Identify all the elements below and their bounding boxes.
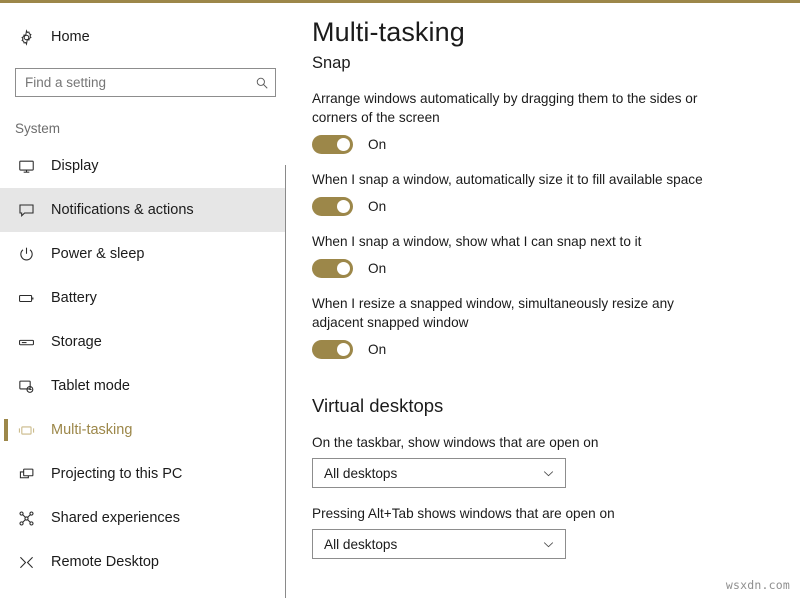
sidebar: Home System Display	[0, 3, 286, 598]
sidebar-group-title: System	[15, 121, 61, 136]
field-label: On the taskbar, show windows that are op…	[312, 435, 599, 450]
sidebar-item-multi-tasking[interactable]: Multi-tasking	[0, 408, 286, 452]
sidebar-home-label: Home	[51, 29, 90, 45]
toggle-knob	[337, 200, 350, 213]
sidebar-item-label: Projecting to this PC	[51, 466, 183, 482]
toggle-state-label: On	[368, 342, 387, 357]
watermark: wsxdn.com	[725, 578, 790, 592]
sidebar-item-shared-experiences[interactable]: Shared experiences	[0, 496, 286, 540]
sidebar-item-display[interactable]: Display	[0, 144, 286, 188]
toggle-knob	[337, 262, 350, 275]
setting-show-snap-suggestions: When I snap a window, show what I can sn…	[312, 232, 800, 278]
sidebar-item-label: Shared experiences	[51, 510, 180, 526]
field-label: Pressing Alt+Tab shows windows that are …	[312, 506, 615, 521]
chevron-down-icon	[542, 530, 555, 558]
setting-description: When I snap a window, automatically size…	[312, 172, 703, 187]
toggle-state-label: On	[368, 261, 387, 276]
sidebar-item-label: Multi-tasking	[51, 422, 133, 438]
toggle-show-snap-suggestions[interactable]	[312, 259, 353, 278]
sidebar-item-label: Storage	[51, 334, 102, 350]
page-title: Multi-tasking	[312, 17, 465, 47]
battery-icon	[15, 287, 37, 309]
toggle-simultaneous-resize[interactable]	[312, 340, 353, 359]
sidebar-item-tablet-mode[interactable]: Tablet mode	[0, 364, 286, 408]
sidebar-nav-list: Display Notifications & actions Power & …	[0, 144, 286, 584]
dropdown-value: All desktops	[324, 465, 398, 481]
toggle-knob	[337, 138, 350, 151]
main-content: Multi-tasking Snap Arrange windows autom…	[286, 3, 800, 598]
sidebar-item-label: Battery	[51, 290, 97, 306]
sidebar-item-remote-desktop[interactable]: Remote Desktop	[0, 540, 286, 584]
toggle-row: On	[312, 135, 800, 154]
sidebar-item-label: Remote Desktop	[51, 554, 159, 570]
chevron-down-icon	[542, 459, 555, 487]
sidebar-item-storage[interactable]: Storage	[0, 320, 286, 364]
shared-icon	[15, 507, 37, 529]
sidebar-item-label: Power & sleep	[51, 246, 145, 262]
toggle-state-label: On	[368, 199, 387, 214]
setting-simultaneous-resize: When I resize a snapped window, simultan…	[312, 294, 800, 359]
sidebar-item-notifications-and-actions[interactable]: Notifications & actions	[0, 188, 286, 232]
sidebar-item-battery[interactable]: Battery	[0, 276, 286, 320]
setting-description: Arrange windows automatically by draggin…	[312, 91, 698, 125]
toggle-row: On	[312, 340, 800, 359]
dropdown-taskbar-show-windows[interactable]: All desktops	[312, 458, 566, 488]
sidebar-item-label: Notifications & actions	[51, 202, 194, 218]
sidebar-item-projecting-to-this-pc[interactable]: Projecting to this PC	[0, 452, 286, 496]
dropdown-value: All desktops	[324, 536, 398, 552]
monitor-icon	[15, 155, 37, 177]
projecting-icon	[15, 463, 37, 485]
tablet-icon	[15, 375, 37, 397]
gear-icon	[15, 26, 37, 48]
toggle-state-label: On	[368, 137, 387, 152]
search-icon[interactable]	[249, 76, 275, 90]
setting-description: When I resize a snapped window, simultan…	[312, 296, 674, 330]
field-taskbar-show-windows: On the taskbar, show windows that are op…	[312, 435, 800, 488]
storage-icon	[15, 331, 37, 353]
toggle-knob	[337, 343, 350, 356]
remote-desktop-icon	[15, 551, 37, 573]
search-box[interactable]	[15, 68, 276, 97]
sidebar-item-label: Display	[51, 158, 99, 174]
search-input[interactable]	[16, 75, 249, 90]
sidebar-item-power-and-sleep[interactable]: Power & sleep	[0, 232, 286, 276]
sidebar-item-label: Tablet mode	[51, 378, 130, 394]
sidebar-item-home[interactable]: Home	[0, 22, 286, 52]
section-heading-virtual-desktops: Virtual desktops	[312, 395, 444, 416]
field-alt-tab-show-windows: Pressing Alt+Tab shows windows that are …	[312, 506, 800, 559]
toggle-auto-size-snap[interactable]	[312, 197, 353, 216]
power-icon	[15, 243, 37, 265]
toggle-row: On	[312, 259, 800, 278]
setting-arrange-windows: Arrange windows automatically by draggin…	[312, 89, 800, 154]
multitasking-icon	[15, 419, 37, 441]
settings-window: Home System Display	[0, 0, 800, 598]
toggle-arrange-windows[interactable]	[312, 135, 353, 154]
section-heading-snap: Snap	[312, 54, 351, 72]
setting-auto-size-snap: When I snap a window, automatically size…	[312, 170, 800, 216]
dropdown-alt-tab-show-windows[interactable]: All desktops	[312, 529, 566, 559]
toggle-row: On	[312, 197, 800, 216]
setting-description: When I snap a window, show what I can sn…	[312, 234, 642, 249]
notification-bubble-icon	[15, 199, 37, 221]
